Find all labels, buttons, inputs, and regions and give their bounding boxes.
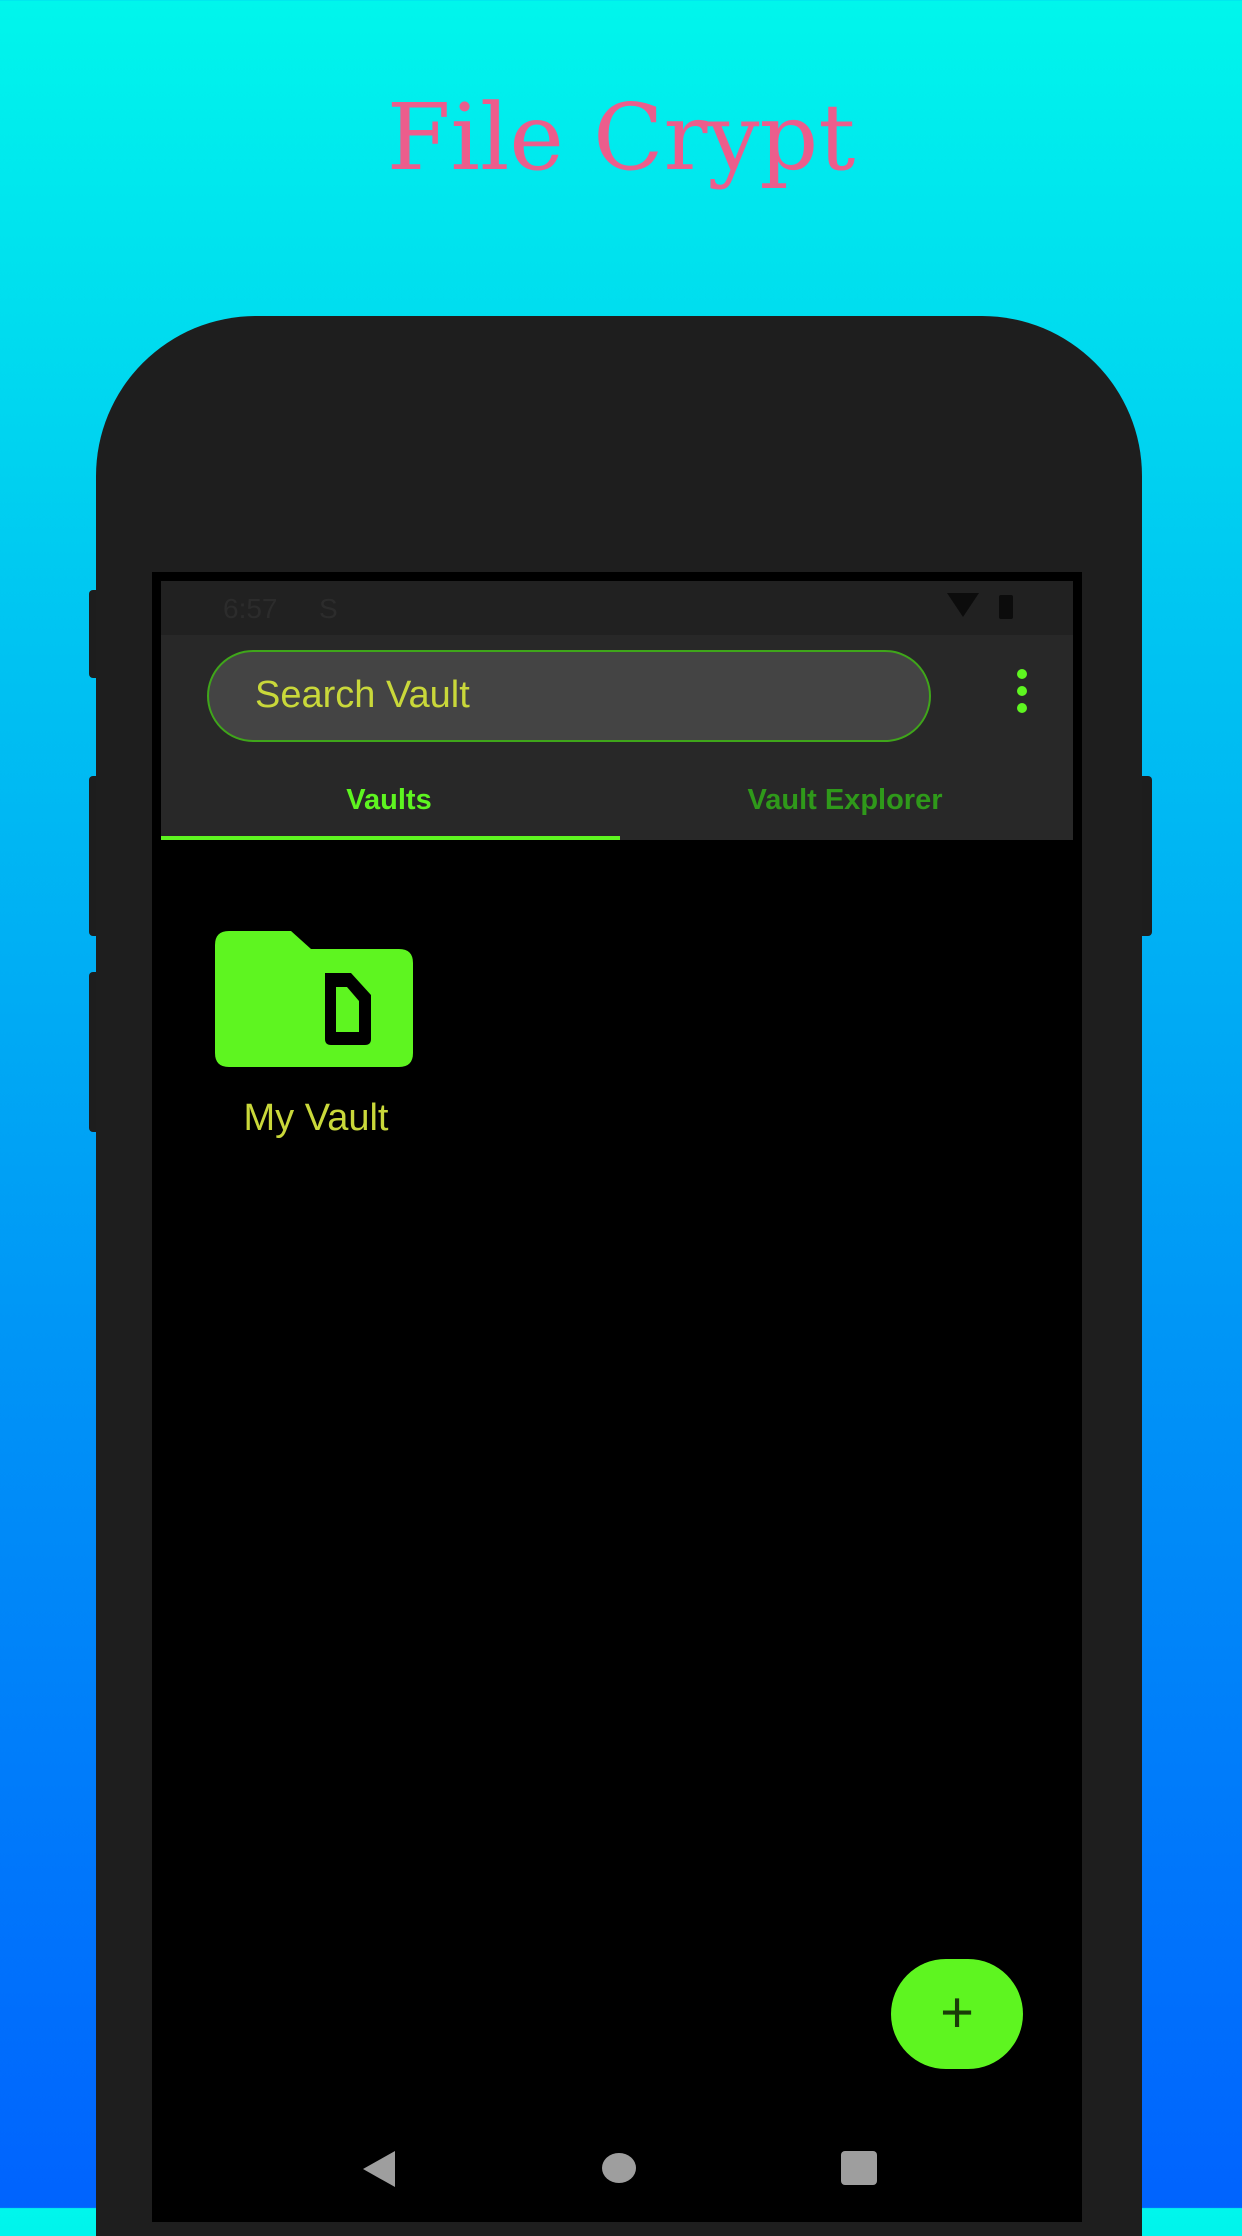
promo-title: File Crypt <box>386 84 856 191</box>
home-icon[interactable] <box>602 2153 636 2183</box>
overflow-menu-icon[interactable] <box>1011 669 1035 717</box>
tab-indicator <box>161 836 620 840</box>
folder-file-icon <box>215 931 413 1067</box>
back-icon[interactable] <box>363 2151 395 2187</box>
search-placeholder: Search Vault <box>255 674 470 716</box>
status-time: 6:57 <box>223 593 278 624</box>
add-vault-button[interactable]: + <box>891 1959 1023 2069</box>
battery-icon <box>999 595 1013 619</box>
app-screen: 6:57 S Search Vault Vaults Vault Explore… <box>161 581 1073 2221</box>
vault-item[interactable]: My Vault <box>211 931 431 1151</box>
search-input[interactable]: Search Vault <box>207 650 931 742</box>
wifi-icon <box>947 593 979 617</box>
vault-name: My Vault <box>243 1097 389 1139</box>
s-icon: S <box>319 593 338 624</box>
status-bar: 6:57 S <box>161 581 1073 635</box>
tab-vault-explorer[interactable]: Vault Explorer <box>617 770 1073 840</box>
tab-vaults[interactable]: Vaults <box>161 770 617 840</box>
app-bar: Search Vault Vaults Vault Explorer <box>161 635 1073 840</box>
recents-icon[interactable] <box>841 2151 877 2185</box>
plus-icon: + <box>940 1980 974 2045</box>
